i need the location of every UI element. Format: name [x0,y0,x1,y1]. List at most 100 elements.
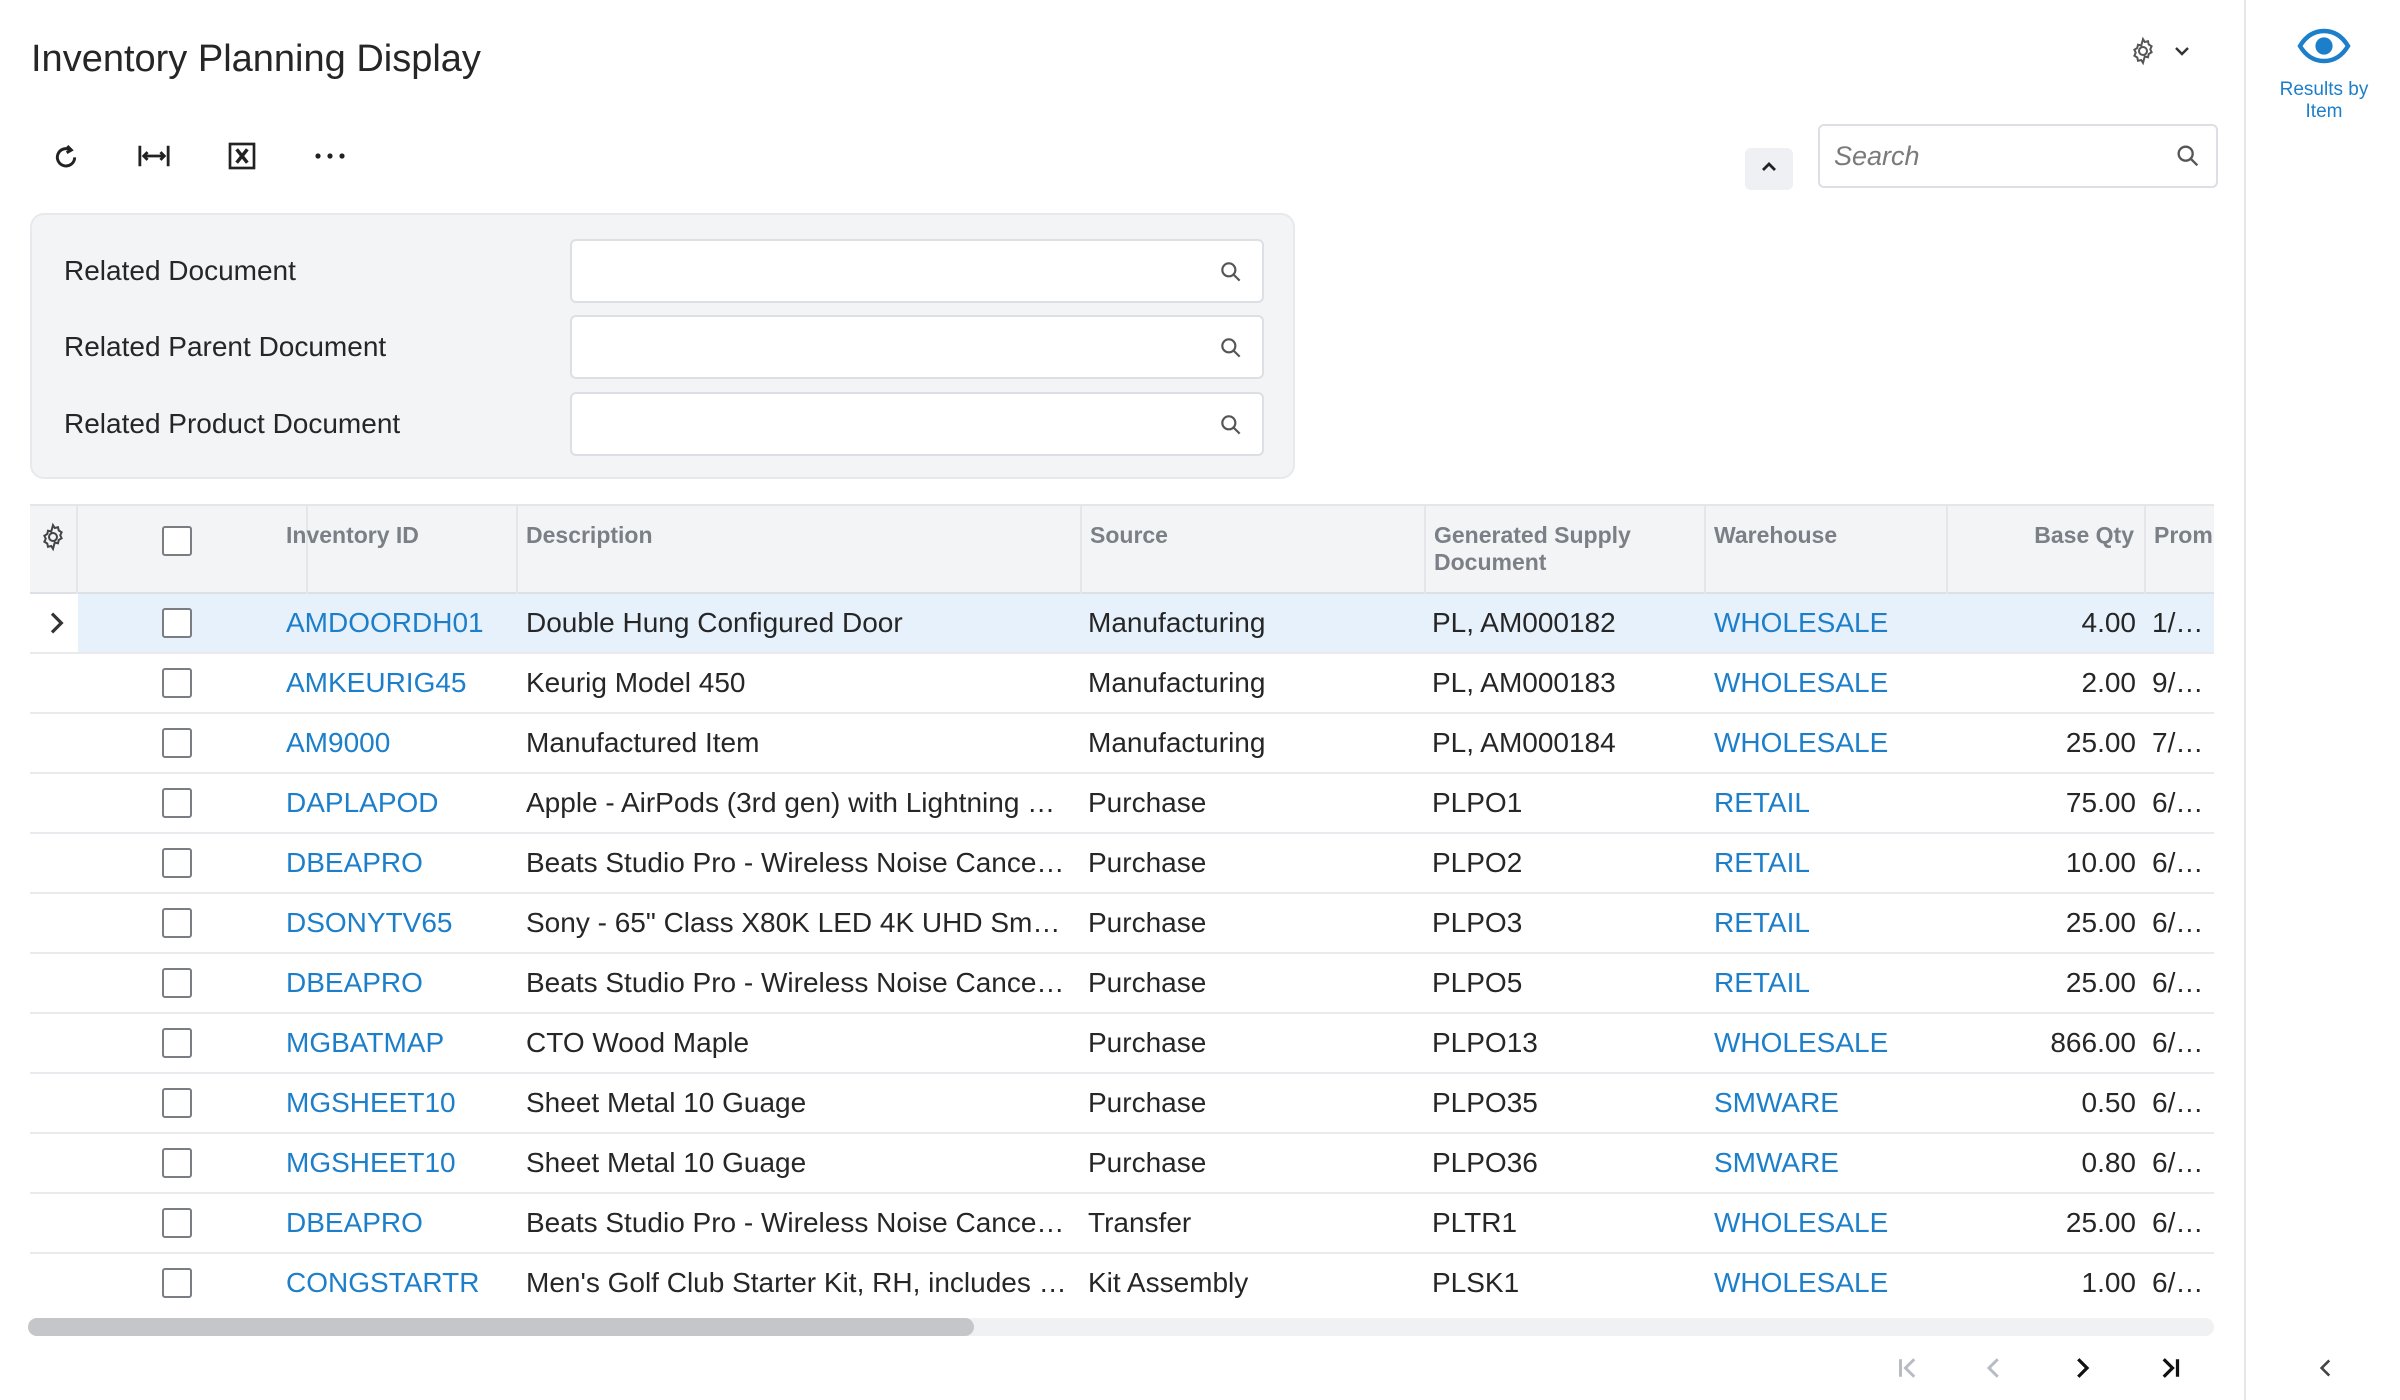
row-expand-chevron-right-icon[interactable] [40,607,72,639]
scrollbar-thumb[interactable] [28,1318,974,1336]
inventory-id-cell[interactable]: DBEAPRO [286,954,512,1012]
row-checkbox[interactable] [162,1208,192,1238]
fit-columns-button[interactable] [132,136,176,180]
more-actions-button[interactable] [308,136,352,180]
inventory-id-cell[interactable]: AMDOORDH01 [286,594,512,652]
inventory-id-cell[interactable]: MGSHEET10 [286,1074,512,1132]
promised-date-cell: 9/30/2 [2152,667,2214,698]
table-row[interactable]: AMKEURIG45 Keurig Model 450 Manufacturing P… [30,654,2214,714]
row-checkbox[interactable] [162,608,192,638]
table-row[interactable]: MGSHEET10 Sheet Metal 10 Guage Purchase PLP… [30,1074,2214,1134]
warehouse-cell[interactable]: SMWARE [1714,1134,1944,1192]
source-cell: Purchase [1088,1147,1207,1178]
horizontal-scrollbar[interactable] [28,1318,2214,1336]
related-parent-document-field [570,315,1264,379]
warehouse-cell[interactable]: RETAIL [1714,774,1944,832]
search-icon[interactable] [1218,412,1244,443]
column-header-base-qty[interactable]: Base Qty [1948,506,2146,594]
row-checkbox[interactable] [162,668,192,698]
description-cell: Manufactured Item [526,727,760,758]
table-row[interactable]: AMDOORDH01 Double Hung Configured Door Man… [30,594,2214,654]
base-qty-cell: 25.00 [2065,967,2136,998]
row-checkbox[interactable] [162,728,192,758]
related-document-input[interactable] [584,249,1184,293]
first-page-button[interactable] [1888,1350,1928,1390]
related-document-label: Related Document [64,255,296,286]
refresh-button[interactable] [44,136,88,180]
supply-document-cell: PLSK1 [1432,1267,1520,1298]
table-row[interactable]: AM9000 Manufactured Item Manufacturing PL, … [30,714,2214,774]
column-header-description[interactable]: Description [518,506,1082,594]
table-row[interactable]: MGSHEET10 Sheet Metal 10 Guage Purchase PLP… [30,1134,2214,1194]
inventory-id-cell[interactable]: AM9000 [286,714,512,772]
inventory-id-cell[interactable]: MGBATMAP [286,1014,512,1072]
warehouse-cell[interactable]: WHOLESALE [1714,714,1944,772]
row-checkbox[interactable] [162,1268,192,1298]
row-checkbox[interactable] [162,1028,192,1058]
promised-date-cell: 6/2/20 [2152,847,2214,878]
description-cell: Double Hung Configured Door [526,607,903,638]
row-checkbox[interactable] [162,1088,192,1118]
column-header-source[interactable]: Source [1082,506,1426,594]
warehouse-cell[interactable]: WHOLESALE [1714,1254,1944,1312]
chevron-left-icon [1979,1353,2009,1388]
related-product-document-input[interactable] [584,402,1184,446]
results-by-item-button[interactable]: Results by Item [2246,26,2400,123]
warehouse-cell[interactable]: RETAIL [1714,954,1944,1012]
table-row[interactable]: DBEAPRO Beats Studio Pro - Wireless Noise… [30,1194,2214,1254]
search-icon[interactable] [2174,142,2202,175]
source-cell: Manufacturing [1088,727,1266,758]
inventory-id-cell[interactable]: DBEAPRO [286,834,512,892]
collapse-panel-button[interactable] [2306,1350,2346,1390]
table-row[interactable]: DBEAPRO Beats Studio Pro - Wireless Noise… [30,834,2214,894]
column-header-inventory-id[interactable]: Inventory ID [278,506,518,594]
table-row[interactable]: MGBATMAP CTO Wood Maple Purchase PLPO13 WHOL… [30,1014,2214,1074]
base-qty-cell: 25.00 [2065,727,2136,758]
collapse-filter-button[interactable] [1745,148,1793,190]
row-checkbox[interactable] [162,968,192,998]
description-cell: Apple - AirPods (3rd gen) with Lightning… [526,787,1056,818]
supply-document-cell: PLPO13 [1432,1027,1538,1058]
inventory-id-cell[interactable]: DSONYTV65 [286,894,512,952]
base-qty-cell: 10.00 [2065,847,2136,878]
promised-date-cell: 1/12/2 [2152,607,2214,638]
warehouse-cell[interactable]: SMWARE [1714,1074,1944,1132]
inventory-id-cell[interactable]: CONGSTARTR [286,1254,512,1312]
export-excel-button[interactable] [220,136,264,180]
table-row[interactable]: DSONYTV65 Sony - 65" Class X80K LED 4K UH… [30,894,2214,954]
description-cell: Beats Studio Pro - Wireless Noise Cance… [526,1207,1065,1238]
inventory-id-cell[interactable]: DBEAPRO [286,1194,512,1252]
next-page-button[interactable] [2062,1350,2102,1390]
screen-settings-menu[interactable] [2128,36,2192,71]
column-settings-button[interactable] [30,506,78,594]
row-checkbox[interactable] [162,788,192,818]
select-all-checkbox[interactable] [162,526,192,556]
source-cell: Transfer [1088,1207,1192,1238]
warehouse-cell[interactable]: WHOLESALE [1714,1014,1944,1072]
inventory-id-cell[interactable]: MGSHEET10 [286,1134,512,1192]
warehouse-cell[interactable]: WHOLESALE [1714,654,1944,712]
search-icon[interactable] [1218,259,1244,290]
related-parent-document-input[interactable] [584,325,1184,369]
search-input[interactable] [1834,134,2154,178]
eye-icon [2296,26,2352,71]
row-checkbox[interactable] [162,908,192,938]
column-header-promised[interactable]: Promi [2146,506,2214,594]
inventory-id-cell[interactable]: AMKEURIG45 [286,654,512,712]
row-checkbox[interactable] [162,848,192,878]
search-icon[interactable] [1218,335,1244,366]
warehouse-cell[interactable]: WHOLESALE [1714,594,1944,652]
warehouse-cell[interactable]: WHOLESALE [1714,1194,1944,1252]
column-header-generated-supply-document[interactable]: Generated Supply Document [1426,506,1706,594]
table-row[interactable]: DAPLAPOD Apple - AirPods (3rd gen) with L… [30,774,2214,834]
previous-page-button[interactable] [1974,1350,2014,1390]
column-header-warehouse[interactable]: Warehouse [1706,506,1948,594]
table-row[interactable]: DBEAPRO Beats Studio Pro - Wireless Noise… [30,954,2214,1014]
last-page-button[interactable] [2150,1350,2190,1390]
warehouse-cell[interactable]: RETAIL [1714,834,1944,892]
row-checkbox[interactable] [162,1148,192,1178]
inventory-id-cell[interactable]: DAPLAPOD [286,774,512,832]
description-cell: Sheet Metal 10 Guage [526,1147,807,1178]
table-row[interactable]: CONGSTARTR Men's Golf Club Starter Kit, R… [30,1254,2214,1312]
warehouse-cell[interactable]: RETAIL [1714,894,1944,952]
